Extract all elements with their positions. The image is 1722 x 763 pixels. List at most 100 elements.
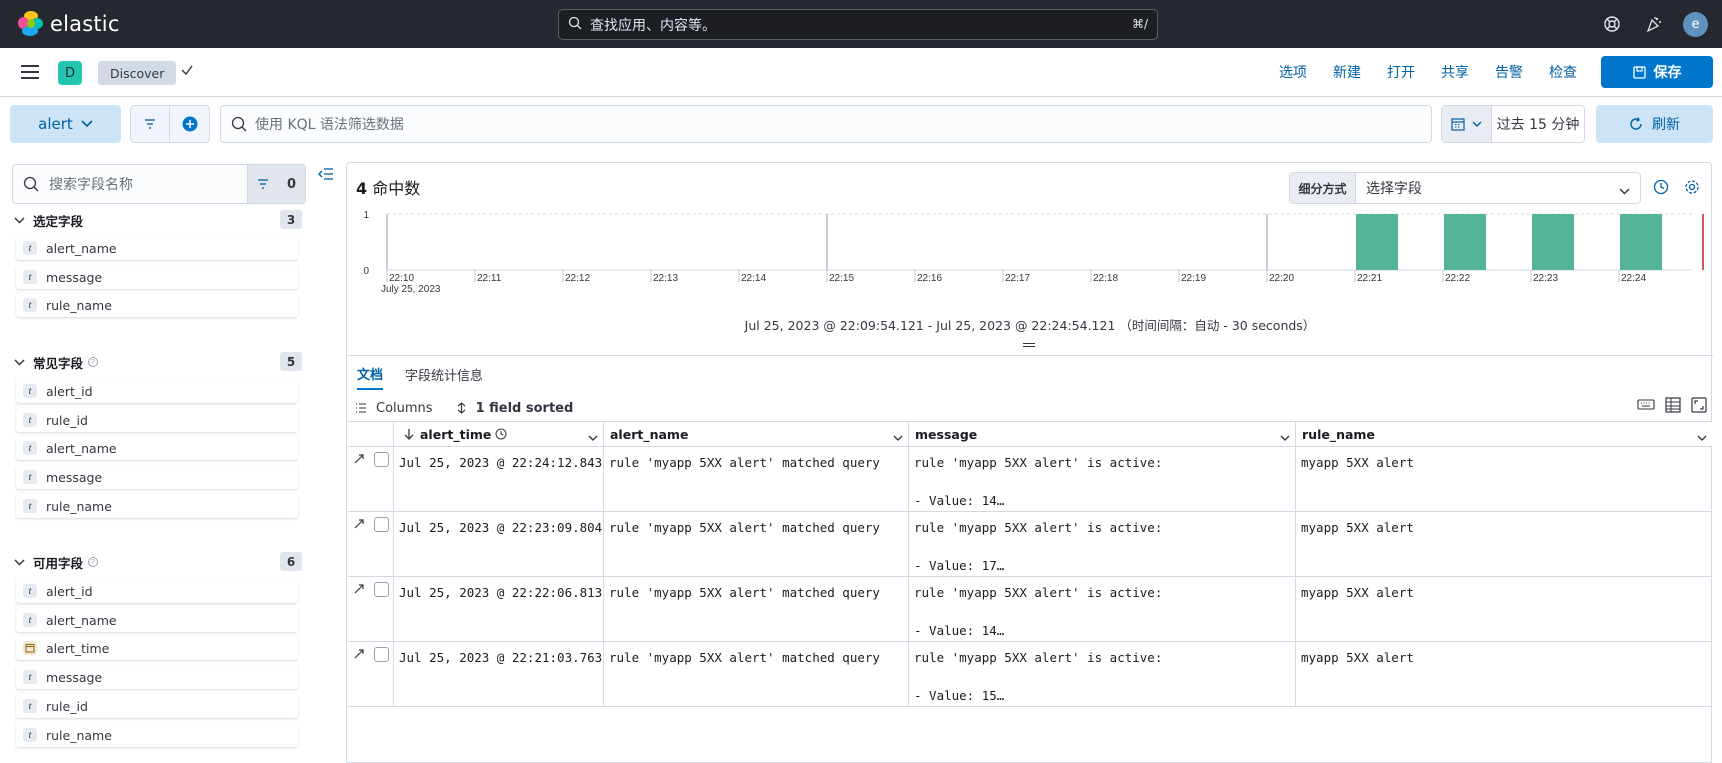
column-label: message	[915, 426, 978, 442]
save-button[interactable]: 保存	[1601, 56, 1713, 88]
available-fields-section[interactable]: 可用字段 ? 6	[14, 550, 302, 574]
x-tick-label: 22:21	[1357, 273, 1382, 284]
help-icon[interactable]: ?	[88, 357, 99, 367]
keyboard-icon[interactable]	[1637, 397, 1655, 417]
field-item[interactable]: t rule_name	[16, 723, 298, 747]
help-icon[interactable]: ?	[88, 557, 99, 567]
search-icon	[568, 16, 582, 34]
column-header-message[interactable]: message	[909, 422, 1296, 446]
global-search-placeholder: 查找应用、内容等。	[590, 17, 716, 34]
field-item[interactable]: t alert_name	[16, 608, 298, 632]
column-header-alert-name[interactable]: alert_name	[604, 422, 909, 446]
popular-fields-section[interactable]: 常见字段 ? 5	[14, 350, 302, 374]
cell-alert-name: rule 'myapp 5XX alert' matched query	[604, 447, 909, 511]
expand-icon[interactable]	[353, 583, 365, 599]
string-type-icon: t	[23, 670, 37, 684]
filter-menu-button[interactable]	[131, 106, 171, 142]
fullscreen-icon[interactable]	[1691, 397, 1707, 417]
chevron-down-icon[interactable]	[588, 430, 598, 445]
sort-button[interactable]: 1 field sorted	[457, 401, 573, 416]
kql-query-input[interactable]: 使用 KQL 语法筛选数据	[220, 105, 1432, 143]
field-item[interactable]: t alert_id	[16, 579, 298, 603]
menu-icon[interactable]	[21, 65, 39, 83]
expand-icon[interactable]	[353, 518, 365, 534]
field-item[interactable]: t alert_name	[16, 436, 298, 460]
collapse-sidebar-icon[interactable]	[318, 168, 334, 184]
open-link[interactable]: 打开	[1387, 62, 1415, 82]
field-item[interactable]: t alert_id	[16, 379, 298, 403]
cell-message: rule 'myapp 5XX alert' is active: - Valu…	[909, 447, 1296, 511]
chevron-down-icon[interactable]	[1697, 430, 1707, 445]
resize-handle[interactable]	[1023, 343, 1035, 349]
user-avatar[interactable]: e	[1683, 11, 1708, 37]
quick-menu-button[interactable]	[1442, 106, 1492, 142]
expand-icon[interactable]	[353, 648, 365, 664]
refresh-button[interactable]: 刷新	[1596, 105, 1713, 143]
field-name: rule_id	[46, 412, 88, 428]
space-avatar[interactable]: D	[58, 61, 82, 85]
field-item[interactable]: t alert_name	[16, 236, 298, 260]
kql-placeholder: 使用 KQL 语法筛选数据	[255, 117, 404, 133]
column-header-rule-name[interactable]: rule_name	[1296, 422, 1712, 446]
field-item[interactable]: t rule_id	[16, 408, 298, 432]
cell-alert-name: rule 'myapp 5XX alert' matched query	[604, 577, 909, 641]
x-tick-label: 22:11	[477, 273, 502, 284]
section-title: 选定字段	[33, 213, 84, 229]
x-tick-label: 22:12	[565, 273, 590, 284]
column-header-alert-time[interactable]: alert_time	[394, 422, 604, 446]
tab-field-statistics[interactable]: 字段统计信息	[405, 358, 483, 390]
field-item[interactable]: t message	[16, 665, 298, 689]
field-search-input[interactable]: 搜索字段名称 0	[12, 164, 306, 204]
row-checkbox[interactable]	[374, 517, 389, 532]
field-item[interactable]: t rule_name	[16, 494, 298, 518]
elastic-logo[interactable]: elastic	[18, 11, 120, 37]
date-range-label[interactable]: 过去 15 分钟	[1492, 106, 1584, 142]
chevron-down-icon[interactable]	[893, 430, 903, 445]
breakdown-select[interactable]: 选择字段	[1356, 173, 1640, 203]
help-icon[interactable]	[1595, 7, 1629, 41]
newsfeed-icon[interactable]	[1637, 7, 1671, 41]
global-search-input[interactable]: 查找应用、内容等。 ⌘/	[558, 9, 1158, 40]
share-link[interactable]: 共享	[1441, 62, 1469, 82]
field-item[interactable]: t message	[16, 265, 298, 289]
field-item[interactable]: t message	[16, 465, 298, 489]
field-item[interactable]: t rule_name	[16, 293, 298, 317]
table-density-icon[interactable]	[1665, 397, 1681, 417]
x-tick-label: 22:22	[1445, 273, 1470, 284]
gear-icon[interactable]	[1684, 179, 1700, 199]
columns-label: Columns	[376, 400, 433, 416]
field-name: message	[46, 669, 103, 685]
tab-documents[interactable]: 文档	[357, 358, 384, 390]
chevron-down-icon	[81, 120, 93, 128]
columns-button[interactable]: Columns	[355, 401, 433, 416]
cell-alert-time: Jul 25, 2023 @ 22:22:06.813	[394, 577, 604, 641]
clock-icon	[495, 428, 507, 440]
add-filter-button[interactable]	[170, 106, 209, 142]
field-item[interactable]: t rule_id	[16, 694, 298, 718]
selected-fields-section[interactable]: 选定字段 3	[14, 208, 302, 232]
elastic-logo-icon	[18, 11, 44, 37]
time-interval-icon[interactable]	[1653, 179, 1669, 199]
breadcrumb-discover[interactable]: Discover	[98, 61, 177, 85]
section-title: 常见字段	[33, 355, 84, 371]
field-type-filter-button[interactable]: 0	[247, 165, 305, 203]
chevron-down-icon[interactable]	[1280, 430, 1290, 445]
alerts-link[interactable]: 告警	[1495, 62, 1523, 82]
inspect-link[interactable]: 检查	[1549, 62, 1577, 82]
data-view-picker[interactable]: alert	[10, 105, 121, 143]
cell-rule-name: myapp 5XX alert	[1301, 585, 1414, 600]
options-link[interactable]: 选项	[1279, 62, 1307, 82]
row-checkbox[interactable]	[374, 452, 389, 467]
refresh-icon	[1629, 117, 1643, 131]
string-type-icon: t	[23, 270, 37, 284]
row-checkbox[interactable]	[374, 647, 389, 662]
check-icon[interactable]	[180, 63, 194, 81]
row-checkbox[interactable]	[374, 582, 389, 597]
breakdown-field-select[interactable]: 细分方式 选择字段	[1289, 172, 1641, 204]
column-label: rule_name	[1302, 426, 1375, 442]
field-item[interactable]: alert_time	[16, 636, 298, 660]
new-link[interactable]: 新建	[1333, 62, 1361, 82]
filter-controls	[130, 105, 210, 143]
expand-icon[interactable]	[353, 453, 365, 469]
histogram-bar	[1532, 214, 1574, 270]
